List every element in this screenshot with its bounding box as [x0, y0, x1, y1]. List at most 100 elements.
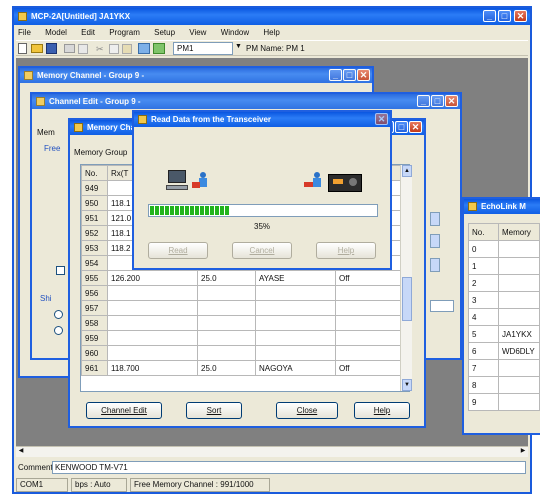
menu-view[interactable]: View	[189, 28, 206, 37]
table-row[interactable]: 956	[81, 285, 409, 301]
close-icon[interactable]: ✕	[375, 113, 388, 125]
main-title-bar[interactable]: MCP-2A[Untitled] JA1YKX _ □ ✕	[14, 8, 530, 25]
menu-model[interactable]: Model	[45, 28, 67, 37]
memory-cell-no[interactable]: 959	[81, 330, 108, 346]
edit-radio-1[interactable]	[54, 310, 63, 319]
memory-cell-name[interactable]	[255, 300, 336, 316]
scroll-down-icon[interactable]: ▼	[402, 379, 412, 391]
table-row[interactable]: 961 118.700 25.0 NAGOYA Off	[81, 360, 409, 376]
read-transceiver-icon[interactable]	[138, 43, 150, 54]
memory-cell-mode[interactable]	[335, 300, 409, 316]
minimize-icon[interactable]: _	[483, 10, 496, 22]
close-icon[interactable]: ✕	[409, 121, 422, 133]
open-folder-icon[interactable]	[31, 44, 43, 53]
memory-cell-step[interactable]	[197, 345, 256, 361]
memory-cell-no[interactable]: 954	[81, 255, 108, 271]
echolink-cell-no[interactable]: 4	[468, 308, 499, 326]
group-title-bar[interactable]: Memory Channel - Group 9 - _ □ ✕	[20, 68, 372, 83]
memory-cell-no[interactable]: 951	[81, 210, 108, 226]
memory-cell-mode[interactable]	[335, 330, 409, 346]
echolink-cell-memory[interactable]	[498, 240, 540, 258]
table-row[interactable]: 2	[468, 274, 540, 292]
maximize-icon[interactable]: □	[395, 121, 408, 133]
memory-cell-step[interactable]	[197, 300, 256, 316]
read-data-dialog[interactable]: Read Data from the Transceiver ✕ 35% Rea…	[132, 110, 392, 270]
table-row[interactable]: 7	[468, 359, 540, 377]
table-row[interactable]: 3	[468, 291, 540, 309]
echolink-cell-memory[interactable]	[498, 257, 540, 275]
memory-cell-rx[interactable]	[107, 300, 198, 316]
echolink-cell-memory[interactable]: JA1YKX	[498, 325, 540, 343]
save-icon[interactable]	[46, 43, 57, 54]
memory-cell-step[interactable]: 25.0	[197, 360, 256, 376]
write-transceiver-icon[interactable]	[153, 43, 165, 54]
new-file-icon[interactable]	[18, 43, 27, 54]
table-row[interactable]: 8	[468, 376, 540, 394]
memory-cell-no[interactable]: 953	[81, 240, 108, 256]
horizontal-scrollbar[interactable]: ◀ ▶	[16, 446, 528, 457]
echolink-cell-no[interactable]: 6	[468, 342, 499, 360]
memory-cell-step[interactable]	[197, 315, 256, 331]
sort-button[interactable]: Sort	[186, 402, 242, 419]
echolink-cell-no[interactable]: 9	[468, 393, 499, 411]
minimize-icon[interactable]: _	[417, 95, 430, 107]
channel-edit-title-bar[interactable]: Channel Edit - Group 9 - _ □ ✕	[32, 94, 460, 109]
memory-cell-no[interactable]: 955	[81, 270, 108, 286]
memory-cell-name[interactable]: AYASE	[255, 270, 336, 286]
table-row[interactable]: 958	[81, 315, 409, 331]
table-row[interactable]: 957	[81, 300, 409, 316]
menu-edit[interactable]: Edit	[81, 28, 95, 37]
memory-cell-name[interactable]	[255, 345, 336, 361]
table-row[interactable]: 0	[468, 240, 540, 258]
menu-window[interactable]: Window	[221, 28, 249, 37]
memory-cell-no[interactable]: 950	[81, 195, 108, 211]
echolink-cell-memory[interactable]	[498, 291, 540, 309]
scroll-thumb[interactable]	[402, 277, 412, 321]
read-button[interactable]: Read	[148, 242, 208, 259]
echolink-cell-memory[interactable]: WD6DLY	[498, 342, 540, 360]
memory-cell-name[interactable]	[255, 285, 336, 301]
memory-cell-name[interactable]: NAGOYA	[255, 360, 336, 376]
edit-dropdown-3[interactable]	[430, 258, 440, 272]
menu-program[interactable]: Program	[109, 28, 140, 37]
close-icon[interactable]: ✕	[445, 95, 458, 107]
table-row[interactable]: 959	[81, 330, 409, 346]
memory-cell-rx[interactable]: 118.700	[107, 360, 198, 376]
read-dialog-title-bar[interactable]: Read Data from the Transceiver ✕	[134, 112, 390, 127]
scroll-right-icon[interactable]: ▶	[518, 447, 528, 457]
edit-radio-2[interactable]	[54, 326, 63, 335]
memory-cell-step[interactable]	[197, 285, 256, 301]
minimize-icon[interactable]: _	[329, 69, 342, 81]
close-icon[interactable]: ✕	[514, 10, 527, 22]
memory-cell-step[interactable]: 25.0	[197, 270, 256, 286]
memory-col-no[interactable]: No.	[81, 165, 108, 181]
memory-cell-rx[interactable]	[107, 330, 198, 346]
echolink-cell-memory[interactable]	[498, 376, 540, 394]
memory-cell-rx[interactable]	[107, 345, 198, 361]
close-icon[interactable]: ✕	[357, 69, 370, 81]
echolink-col-no[interactable]: No.	[468, 223, 499, 241]
pm-select[interactable]: PM1	[173, 42, 233, 55]
table-row[interactable]: 1	[468, 257, 540, 275]
menu-help[interactable]: Help	[263, 28, 279, 37]
edit-dropdown-1[interactable]	[430, 212, 440, 226]
paste-icon[interactable]	[122, 44, 132, 54]
echolink-cell-memory[interactable]	[498, 274, 540, 292]
table-row[interactable]: 9	[468, 393, 540, 411]
cancel-button[interactable]: Cancel	[232, 242, 292, 259]
copy-icon[interactable]	[109, 44, 119, 54]
scroll-up-icon[interactable]: ▲	[402, 165, 412, 177]
maximize-icon[interactable]: □	[431, 95, 444, 107]
echolink-cell-no[interactable]: 8	[468, 376, 499, 394]
echolink-window[interactable]: EchoLink M No. Memory 0 1 2 3 4 5 JA1YKX 6 WD6DL…	[462, 197, 540, 435]
chevron-down-icon[interactable]: ▼	[235, 43, 242, 50]
menu-setup[interactable]: Setup	[154, 28, 175, 37]
print-preview-icon[interactable]	[78, 44, 88, 54]
table-row[interactable]: 4	[468, 308, 540, 326]
echolink-cell-no[interactable]: 0	[468, 240, 499, 258]
channel-edit-button[interactable]: Channel Edit	[86, 402, 162, 419]
echolink-cell-no[interactable]: 5	[468, 325, 499, 343]
echolink-cell-no[interactable]: 3	[468, 291, 499, 309]
memory-cell-rx[interactable]	[107, 285, 198, 301]
comment-input[interactable]: KENWOOD TM-V71	[52, 461, 526, 474]
